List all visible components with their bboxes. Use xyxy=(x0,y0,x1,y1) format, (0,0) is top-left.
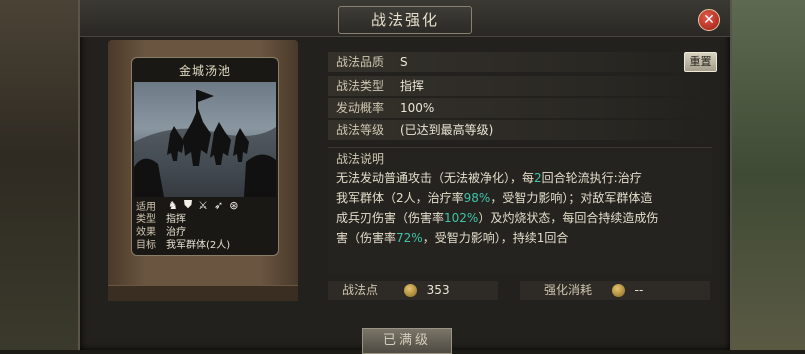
wheel-icon: ⊛ xyxy=(229,198,239,212)
scroll-base xyxy=(108,285,298,301)
horse-icon: ♞ xyxy=(168,198,178,212)
card-target-label: 目标 xyxy=(136,240,156,251)
card-target-row: 目标 我军群体(2人) xyxy=(136,239,230,252)
tactic-points-label: 战法点 xyxy=(342,283,379,297)
tactic-upgrade-dialog: 战法强化 ✕ 金城汤池 适用 ♞ ⛊ ⚔ ➶ ⊛ 类型 指挥 效果 治疗 目标 … xyxy=(78,0,732,354)
background-map-right xyxy=(725,0,805,350)
tactic-points-value: 353 xyxy=(426,283,450,297)
upgrade-cost-value: -- xyxy=(634,283,644,297)
shield-icon: ⛊ xyxy=(183,198,193,211)
type-value: 指挥 xyxy=(400,79,425,93)
level-row: 战法等级 (已达到最高等级) xyxy=(328,120,708,140)
description-line-2: 我军群体（2人，治疗率98%，受智力影响）；对敌军群体造 xyxy=(336,191,653,205)
spear-icon: ➶ xyxy=(214,198,224,212)
card-effect-value: 治疗 xyxy=(166,227,186,238)
tactic-card: 金城汤池 适用 ♞ ⛊ ⚔ ➶ ⊛ 类型 指挥 效果 治疗 目标 我军群体(2人… xyxy=(131,57,279,256)
chance-row: 发动概率 100% xyxy=(328,98,708,118)
card-type-value: 指挥 xyxy=(166,214,186,225)
tactic-points-row: 战法点 353 xyxy=(328,281,498,300)
reset-button[interactable]: 重置 xyxy=(684,52,717,72)
quality-label: 战法品质 xyxy=(336,55,385,69)
upgrade-cost-icon xyxy=(611,284,625,297)
type-label: 战法类型 xyxy=(336,79,385,93)
applicable-label: 适用 xyxy=(136,201,156,213)
tactic-card-name: 金城汤池 xyxy=(178,64,231,78)
quality-value: S xyxy=(400,55,408,69)
description-line-4: 害（伤害率72%，受智力影响），持续1回合 xyxy=(336,231,569,245)
close-icon[interactable]: ✕ xyxy=(698,9,720,31)
title-bar: 战法强化 ✕ xyxy=(80,0,730,37)
description-box: 战法说明 无法发动普通攻击（无法被净化），每2回合轮流执行:治疗 我军群体（2人… xyxy=(328,147,712,273)
card-type-label: 类型 xyxy=(136,214,156,225)
card-effect-row: 效果 治疗 xyxy=(136,226,186,239)
upgrade-cost-label: 强化消耗 xyxy=(544,283,593,297)
card-applicable-row: 适用 ♞ ⛊ ⚔ ➶ ⊛ xyxy=(136,198,274,213)
description-line-3: 成兵刃伤害（伤害率102%）及灼烧状态，每回合持续造成伤 xyxy=(336,211,659,225)
card-effect-label: 效果 xyxy=(136,227,156,238)
background-map-left xyxy=(0,0,80,350)
level-label: 战法等级 xyxy=(336,123,385,137)
description-title: 战法说明 xyxy=(336,152,385,166)
max-level-button[interactable]: 已满级 xyxy=(362,328,452,354)
crossed-swords-icon: ⚔ xyxy=(198,198,208,212)
card-target-value: 我军群体(2人) xyxy=(166,240,231,251)
dialog-title: 战法强化 xyxy=(338,6,472,34)
chance-value: 100% xyxy=(400,101,435,115)
description-line-1: 无法发动普通攻击（无法被净化），每2回合轮流执行:治疗 xyxy=(336,171,642,185)
tactic-points-icon xyxy=(403,284,417,297)
tactic-card-art xyxy=(134,82,276,197)
description-text: 无法发动普通攻击（无法被净化），每2回合轮流执行:治疗 我军群体（2人，治疗率9… xyxy=(336,168,706,248)
upgrade-cost-row: 强化消耗 -- xyxy=(520,281,710,300)
type-row: 战法类型 指挥 xyxy=(328,76,708,96)
chance-label: 发动概率 xyxy=(336,101,385,115)
card-type-row: 类型 指挥 xyxy=(136,213,186,226)
quality-row: 战法品质 S xyxy=(328,52,708,72)
level-value: (已达到最高等级) xyxy=(400,123,494,137)
